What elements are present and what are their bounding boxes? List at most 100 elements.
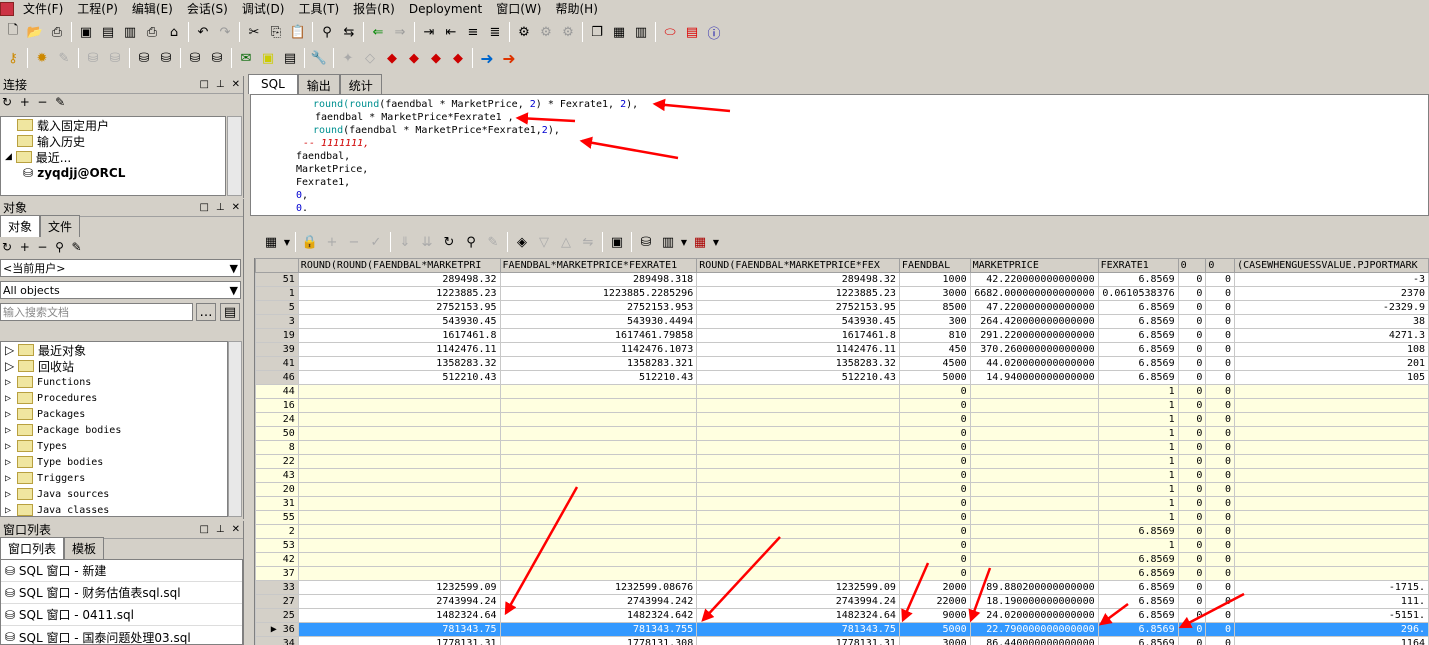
table-cell[interactable]: 1358283.321 (499, 356, 698, 371)
table-cell[interactable] (969, 440, 1099, 455)
table-row[interactable]: 1 1223885.23 1223885.2285296 1223885.23 3000… (255, 286, 1429, 301)
table-cell[interactable] (499, 524, 698, 539)
table-cell[interactable]: 0 (1205, 622, 1236, 637)
tree-item-package-bodies[interactable]: ▷ Package bodies (1, 422, 227, 438)
table-cell[interactable]: 0 (1177, 608, 1207, 623)
row-number-cell[interactable]: 46 (255, 370, 299, 385)
save-icon[interactable]: ▣ (76, 22, 96, 42)
table-cell[interactable] (1234, 496, 1429, 511)
table-row[interactable]: 44 0 1 0 0 (255, 384, 1429, 399)
table-cell[interactable]: 1232599.09 (696, 580, 900, 595)
table-cell[interactable]: 0 (1205, 384, 1236, 399)
table-cell[interactable]: 0 (1177, 356, 1207, 371)
next-page-icon[interactable]: ▽ (534, 232, 554, 252)
table-cell[interactable] (969, 510, 1099, 525)
pdf-icon[interactable]: ▤ (682, 22, 702, 42)
column-header[interactable]: (CASEWHENGUESSVALUE.PJPORTMARK (1234, 258, 1429, 273)
table-cell[interactable]: 296. (1234, 622, 1429, 637)
row-number-cell[interactable]: 34 (255, 636, 299, 645)
table-cell[interactable]: 1617461.79858 (499, 328, 698, 343)
table-cell[interactable]: 1142476.11 (297, 342, 501, 357)
bookmark-add-icon[interactable]: ◆ (404, 48, 424, 68)
table-cell[interactable] (969, 398, 1099, 413)
table-cell[interactable]: 0 (1177, 384, 1207, 399)
table-cell[interactable]: 543930.45 (696, 314, 900, 329)
beautify-icon[interactable]: ✦ (338, 48, 358, 68)
table-cell[interactable] (297, 384, 501, 399)
table-cell[interactable]: 1164 (1234, 636, 1429, 645)
table-row[interactable]: 20 0 1 0 0 (255, 482, 1429, 497)
table-cell[interactable]: 781343.755 (499, 622, 698, 637)
prev-page-icon[interactable]: △ (556, 232, 576, 252)
tree-item-recent[interactable]: ◢ 最近... (1, 149, 225, 165)
table-cell[interactable]: 2370 (1234, 286, 1429, 301)
row-number-cell[interactable]: 33 (255, 580, 299, 595)
table-cell[interactable]: 38 (1234, 314, 1429, 329)
table-cell[interactable]: 1000 (898, 272, 971, 287)
table-row[interactable]: 42 0 6.8569 0 0 (255, 552, 1429, 567)
table-row[interactable]: 51 289498.32 289498.318 289498.32 1000 42.220… (255, 272, 1429, 287)
table-cell[interactable] (1234, 510, 1429, 525)
row-number-cell[interactable]: 20 (255, 482, 299, 497)
table-cell[interactable] (1234, 398, 1429, 413)
table-cell[interactable] (696, 524, 900, 539)
table-cell[interactable]: 1482324.64 (297, 608, 501, 623)
table-cell[interactable]: 1 (1097, 482, 1179, 497)
table-cell[interactable]: 4271.3 (1234, 328, 1429, 343)
table-row[interactable]: 16 0 1 0 0 (255, 398, 1429, 413)
table-cell[interactable]: 6.8569 (1097, 328, 1179, 343)
lock-icon[interactable]: 🔒 (300, 232, 320, 252)
table-cell[interactable] (499, 482, 698, 497)
row-number-cell[interactable]: 39 (255, 342, 299, 357)
table-cell[interactable] (499, 426, 698, 441)
table-cell[interactable]: 0 (1177, 412, 1207, 427)
table-cell[interactable]: 0 (1205, 328, 1236, 343)
bookmark-next-icon[interactable]: ◆ (448, 48, 468, 68)
table-cell[interactable]: 0 (898, 510, 971, 525)
table-cell[interactable]: 0 (1205, 468, 1236, 483)
table-cell[interactable]: 2752153.95 (297, 300, 501, 315)
uncomment-icon[interactable]: ≣ (485, 22, 505, 42)
table-cell[interactable] (297, 426, 501, 441)
table-row[interactable]: 41 1358283.32 1358283.321 1358283.32 4500 44.… (255, 356, 1429, 371)
table-cell[interactable] (969, 412, 1099, 427)
tree-item-recent-objects[interactable]: ▷ 最近对象 (1, 342, 227, 358)
find-icon[interactable]: ⚲ (55, 240, 64, 254)
table-cell[interactable] (696, 482, 900, 497)
bookmark-prev-icon[interactable]: ◆ (426, 48, 446, 68)
table-row[interactable]: 53 0 1 0 0 (255, 538, 1429, 553)
menu-edit[interactable]: 编辑(E) (125, 0, 180, 18)
table-cell[interactable]: 0 (1205, 496, 1236, 511)
table-cell[interactable]: 0 (1205, 272, 1236, 287)
panel-restore-icon[interactable]: □ (199, 202, 208, 213)
table-cell[interactable]: 2752153.953 (499, 300, 698, 315)
table-cell[interactable]: 300 (898, 314, 971, 329)
table-cell[interactable]: 1358283.32 (696, 356, 900, 371)
menu-session[interactable]: 会话(S) (180, 0, 235, 18)
row-number-cell[interactable]: 44 (255, 384, 299, 399)
tools-icon[interactable]: ✉ (236, 48, 256, 68)
table-cell[interactable] (696, 510, 900, 525)
table-cell[interactable]: 291.220000000000000 (969, 328, 1099, 343)
table-cell[interactable]: 0.0610538376 (1097, 286, 1179, 301)
refresh-icon[interactable]: ↻ (2, 240, 12, 254)
table-cell[interactable]: 0 (1205, 426, 1236, 441)
row-number-cell[interactable]: 37 (255, 566, 299, 581)
table-row[interactable]: 55 0 1 0 0 (255, 510, 1429, 525)
table-cell[interactable] (499, 496, 698, 511)
table-cell[interactable]: 1142476.1073 (499, 342, 698, 357)
table-cell[interactable] (297, 566, 501, 581)
table-cell[interactable]: 0 (1205, 356, 1236, 371)
table-cell[interactable]: 0 (1177, 286, 1207, 301)
table-cell[interactable] (1234, 454, 1429, 469)
table-cell[interactable]: 810 (898, 328, 971, 343)
commit-icon[interactable]: ⛁ (83, 48, 103, 68)
table-cell[interactable] (499, 510, 698, 525)
table-cell[interactable] (499, 566, 698, 581)
table-cell[interactable]: 0 (1205, 482, 1236, 497)
table-cell[interactable]: 1223885.23 (297, 286, 501, 301)
rollback-icon[interactable]: ⛁ (105, 48, 125, 68)
table-row[interactable]: 43 0 1 0 0 (255, 468, 1429, 483)
table-cell[interactable]: 0 (1205, 594, 1236, 609)
table-cell[interactable] (1234, 440, 1429, 455)
